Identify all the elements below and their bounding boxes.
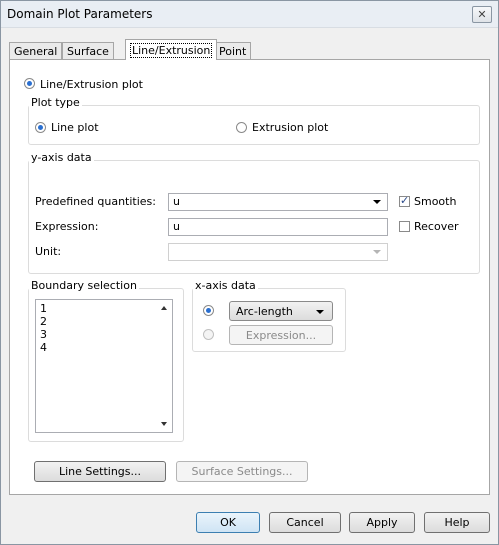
boundary-list[interactable]: 1 2 3 4	[35, 299, 173, 433]
line-settings-button[interactable]: Line Settings...	[34, 461, 166, 482]
x-expression-radio[interactable]	[203, 329, 214, 340]
predefined-quantities-label: Predefined quantities:	[35, 195, 156, 208]
y-axis-data-group: y-axis data Predefined quantities: u Smo…	[28, 151, 480, 274]
unit-select[interactable]	[168, 243, 388, 261]
x-axis-data-title: x-axis data	[193, 279, 258, 292]
chevron-down-icon	[373, 250, 381, 254]
scroll-up-icon[interactable]	[161, 306, 167, 310]
line-plot-radio[interactable]	[35, 122, 46, 133]
surface-settings-button[interactable]: Surface Settings...	[176, 461, 308, 482]
tab-panel: Line/Extrusion plot Plot type Line plot …	[9, 59, 490, 495]
boundary-selection-group: Boundary selection 1 2 3 4	[28, 279, 184, 442]
smooth-checkbox[interactable]	[399, 194, 410, 207]
line-plot-label: Line plot	[51, 121, 99, 134]
extrusion-plot-label: Extrusion plot	[252, 121, 329, 134]
close-icon: ✕	[477, 8, 487, 21]
cancel-button[interactable]: Cancel	[269, 512, 341, 533]
recover-checkbox[interactable]	[399, 221, 410, 232]
chevron-down-icon	[373, 200, 381, 204]
close-button[interactable]: ✕	[472, 6, 492, 23]
ok-button[interactable]: OK	[196, 512, 260, 533]
line-extrusion-plot-radio[interactable]	[24, 78, 35, 89]
tab-general[interactable]: General	[9, 42, 63, 59]
unit-label: Unit:	[35, 245, 62, 258]
extrusion-plot-radio[interactable]	[236, 122, 247, 133]
tab-line-extrusion[interactable]: Line/Extrusion	[125, 39, 218, 60]
list-item[interactable]: 3	[40, 328, 47, 341]
apply-button[interactable]: Apply	[349, 512, 415, 533]
tab-point[interactable]: Point	[214, 42, 252, 59]
title-bar: Domain Plot Parameters ✕	[1, 1, 498, 28]
list-item[interactable]: 4	[40, 341, 47, 354]
chevron-down-icon	[316, 310, 324, 314]
line-extrusion-plot-label: Line/Extrusion plot	[40, 78, 143, 91]
tab-surface[interactable]: Surface	[62, 42, 114, 59]
plot-type-title: Plot type	[29, 96, 82, 109]
x-axis-data-group: x-axis data Arc-length Expression...	[192, 279, 346, 352]
smooth-label: Smooth	[414, 195, 457, 208]
y-axis-data-title: y-axis data	[29, 151, 94, 164]
list-scrollbar[interactable]	[156, 300, 172, 432]
recover-label: Recover	[414, 220, 459, 233]
x-expression-button[interactable]: Expression...	[229, 325, 333, 345]
arc-length-radio[interactable]	[203, 305, 214, 316]
expression-label: Expression:	[35, 220, 99, 233]
list-item[interactable]: 2	[40, 315, 47, 328]
expression-input[interactable]: u	[168, 218, 388, 236]
predefined-quantities-select[interactable]: u	[168, 193, 388, 211]
help-button[interactable]: Help	[424, 512, 490, 533]
plot-type-group: Plot type Line plot Extrusion plot	[28, 96, 480, 145]
boundary-selection-title: Boundary selection	[29, 279, 139, 292]
list-item[interactable]: 1	[40, 302, 47, 315]
dialog-window: Domain Plot Parameters ✕ General Surface…	[0, 0, 499, 545]
arc-length-dropdown[interactable]: Arc-length	[229, 301, 333, 321]
scroll-down-icon[interactable]	[161, 422, 167, 426]
window-title: Domain Plot Parameters	[7, 7, 153, 21]
